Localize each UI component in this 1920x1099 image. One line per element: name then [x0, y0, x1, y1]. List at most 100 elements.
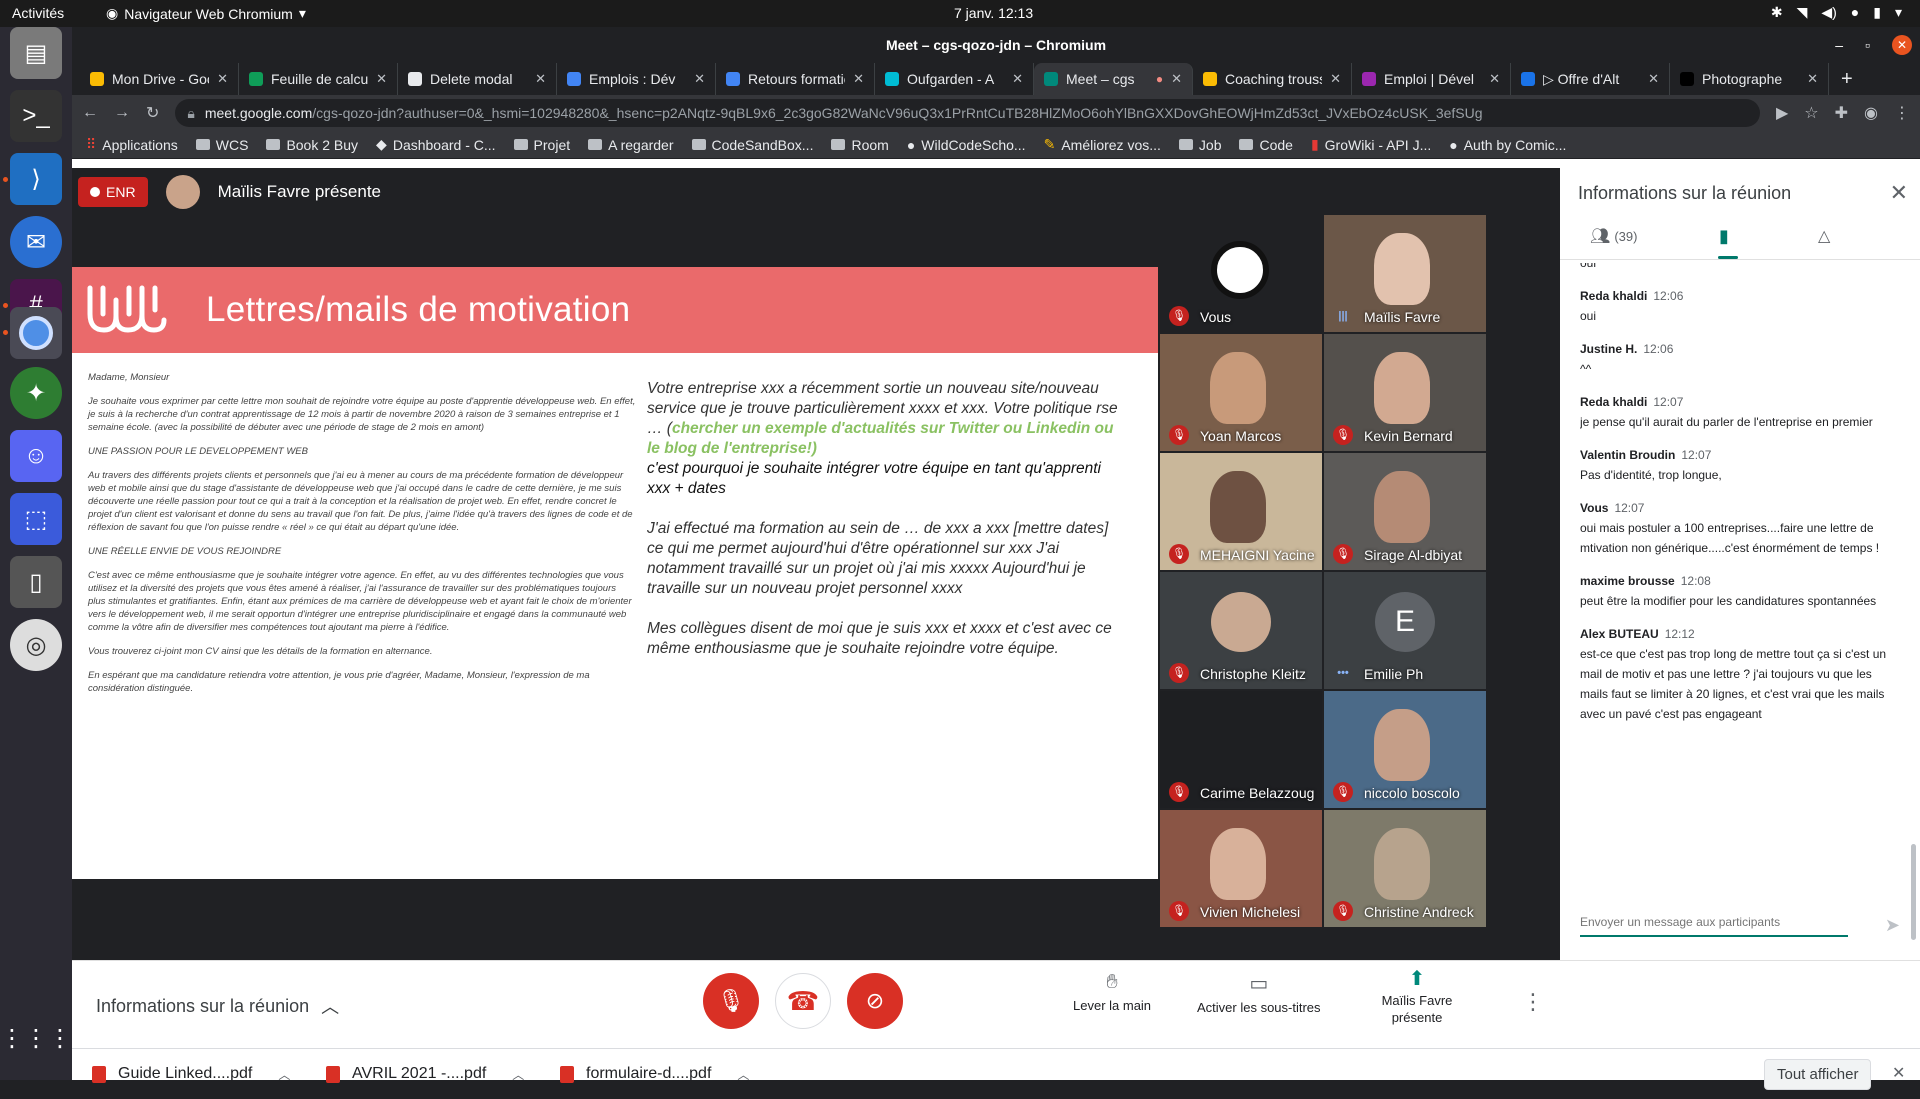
slide-banner: Lettres/mails de motivation — [72, 267, 1158, 353]
participant-tile[interactable]: 🎙︎ niccolo boscolo — [1324, 691, 1486, 808]
bookmark-applications[interactable]: ⠿ Applications — [86, 136, 178, 153]
close-icon[interactable]: ✕ — [1892, 1063, 1905, 1083]
close-icon[interactable]: ✕ — [1807, 71, 1818, 87]
presenting-button[interactable]: ⬆ Maïlis Favre présente — [1372, 969, 1462, 1026]
participant-tile[interactable]: ||| Maïlis Favre — [1324, 215, 1486, 332]
terminal-icon[interactable]: >_ — [10, 90, 62, 142]
tab-offre[interactable]: ▷ Offre d'Alt ✕ — [1511, 63, 1670, 95]
minimize-icon[interactable]: – — [1835, 27, 1843, 63]
active-tab-indicator — [1718, 256, 1738, 259]
postman-icon[interactable]: ✦ — [10, 367, 62, 419]
bookmark-a-regarder[interactable]: A regarder — [588, 137, 674, 153]
microphone-toggle-button[interactable]: 🎙︎ — [703, 973, 759, 1029]
tab-github[interactable]: Delete modal ✕ — [398, 63, 557, 95]
bookmark-wcs[interactable]: WCS — [195, 137, 248, 153]
participant-tile[interactable]: 🎙︎ Christine Andreck — [1324, 810, 1486, 927]
extensions-icon[interactable]: ✚ — [1835, 103, 1848, 123]
close-icon[interactable]: ✕ — [535, 71, 546, 87]
bookmark-wildcodeschool[interactable]: ● WildCodeScho... — [907, 137, 1026, 153]
close-icon[interactable]: ✕ — [1330, 71, 1341, 87]
camera-indicator-icon[interactable]: ▶ — [1776, 103, 1788, 123]
disc-icon[interactable]: ◎ — [10, 619, 62, 671]
tab-sheet[interactable]: Feuille de calcul ✕ — [239, 63, 398, 95]
window-close-icon[interactable]: ✕ — [1892, 35, 1912, 55]
tab-coaching[interactable]: Coaching trousse✕ — [1193, 63, 1352, 95]
maximize-icon[interactable]: ▫ — [1865, 27, 1870, 63]
close-icon[interactable]: ✕ — [1890, 180, 1908, 206]
close-icon[interactable]: ✕ — [694, 71, 705, 87]
leave-call-button[interactable]: ☎︎ — [775, 973, 831, 1029]
address-bar[interactable]: 🔒︎ meet.google.com/cgs-qozo-jdn?authuser… — [175, 99, 1760, 127]
bookmark-codesandbox[interactable]: CodeSandBox... — [691, 137, 813, 153]
tab-activities[interactable]: △ — [1818, 226, 1830, 246]
camera-toggle-button[interactable]: ⊘ — [847, 973, 903, 1029]
usb-drive-icon[interactable]: ▯ — [10, 556, 62, 608]
system-tray[interactable]: ✱ ◥ ◀) ● ▮ ▾ — [1771, 4, 1902, 21]
participant-tile[interactable]: 🎙︎ MEHAIGNI Yacine — [1160, 453, 1322, 570]
raise-hand-button[interactable]: ✋︎ Lever la main — [1073, 971, 1151, 1013]
tab-strip: Mon Drive - Google✕ Feuille de calcul✕ D… — [72, 63, 1920, 95]
close-icon[interactable]: ✕ — [217, 71, 228, 87]
more-options-icon[interactable]: ⋮ — [1522, 989, 1544, 1015]
bookmark-job[interactable]: Job — [1178, 137, 1221, 153]
files-icon[interactable]: ▤ — [10, 27, 62, 79]
download-item[interactable]: AVRIL 2021 -....pdf ︿ — [326, 1049, 524, 1099]
meeting-info-button[interactable]: Informations sur la réunion ︿ — [96, 993, 339, 1019]
participant-tile[interactable]: 🎙︎ Carime Belazzoug — [1160, 691, 1322, 808]
bookmark-auth[interactable]: ● Auth by Comic... — [1449, 137, 1566, 153]
participant-tile[interactable]: 🎙︎ Christophe Kleitz — [1160, 572, 1322, 689]
participant-tile[interactable]: 🎙︎ Vivien Michelesi — [1160, 810, 1322, 927]
close-icon[interactable]: ✕ — [1489, 71, 1500, 87]
close-icon[interactable]: ✕ — [1012, 71, 1023, 87]
bookmark-room[interactable]: Room — [831, 137, 889, 153]
tab-meet[interactable]: Meet – cgs ● ✕ — [1034, 63, 1193, 95]
download-item[interactable]: formulaire-d....pdf ︿ — [560, 1049, 749, 1099]
captions-button[interactable]: ▭ Activer les sous-titres — [1197, 971, 1321, 1015]
bookmark-projet[interactable]: Projet — [513, 137, 570, 153]
bookmark-ameliorez[interactable]: ✎ Améliorez vos... — [1044, 136, 1161, 153]
new-tab-button[interactable]: + — [1829, 63, 1853, 95]
tab-oufgarden[interactable]: Oufgarden - A ✕ — [875, 63, 1034, 95]
discord-icon[interactable]: ☺ — [10, 430, 62, 482]
tab-chat[interactable]: ▮ — [1719, 226, 1729, 247]
show-all-downloads-button[interactable]: Tout afficher — [1764, 1059, 1872, 1090]
bookmark-growiki[interactable]: ▮ GroWiki - API J... — [1311, 136, 1431, 153]
participant-tile[interactable]: 🎙︎ Vous — [1160, 215, 1322, 332]
app-menu[interactable]: ◉ Navigateur Web Chromium ▾ — [106, 5, 306, 22]
close-icon[interactable]: ✕ — [853, 71, 864, 87]
menu-icon[interactable]: ⋮ — [1894, 103, 1910, 123]
profile-icon[interactable]: ◉ — [1864, 103, 1878, 123]
tab-emploi[interactable]: Emploi | Dével ✕ — [1352, 63, 1511, 95]
bookmark-dashboard[interactable]: ◆ Dashboard - C... — [376, 136, 496, 153]
chat-input[interactable] — [1580, 909, 1848, 937]
participant-tile[interactable]: 🎙︎ Kevin Bernard — [1324, 334, 1486, 451]
bookmark-code[interactable]: Code — [1239, 137, 1293, 153]
forward-icon[interactable]: → — [114, 104, 130, 122]
close-icon[interactable]: ✕ — [1171, 71, 1182, 87]
close-icon[interactable]: ✕ — [1648, 71, 1659, 87]
participant-tile[interactable]: 🎙︎ Yoan Marcos — [1160, 334, 1322, 451]
clock[interactable]: 7 janv. 12:13 — [954, 5, 1033, 21]
chromium-dock-icon[interactable] — [10, 307, 62, 359]
screenshot-icon[interactable]: ⬚ — [10, 493, 62, 545]
tab-drive[interactable]: Mon Drive - Google✕ — [80, 63, 239, 95]
tab-photographe[interactable]: Photographe ✕ — [1670, 63, 1829, 95]
chat-scrollbar[interactable] — [1911, 844, 1916, 940]
participant-tile[interactable]: 🎙︎ Sirage Al-dbiyat — [1324, 453, 1486, 570]
back-icon[interactable]: ← — [82, 104, 98, 122]
close-icon[interactable]: ✕ — [376, 71, 387, 87]
tab-emplois[interactable]: Emplois : Dév ✕ — [557, 63, 716, 95]
star-icon[interactable]: ☆ — [1804, 103, 1818, 123]
activities-button[interactable]: Activités — [12, 5, 64, 21]
show-applications-icon[interactable]: ⋮⋮⋮ — [0, 1012, 72, 1064]
download-item[interactable]: Guide Linked....pdf ︿ — [92, 1049, 290, 1099]
url-host: meet.google.com — [204, 105, 313, 121]
bookmark-book2buy[interactable]: Book 2 Buy — [266, 137, 358, 153]
vscode-icon[interactable]: ⟩ — [10, 153, 62, 205]
reload-icon[interactable]: ↻ — [146, 103, 159, 123]
participant-tile[interactable]: E ••• Emilie Ph — [1324, 572, 1486, 689]
tab-people[interactable]: 👥︎ (39) — [1590, 226, 1637, 246]
thunderbird-icon[interactable]: ✉ — [10, 216, 62, 268]
tab-retours[interactable]: Retours formation✕ — [716, 63, 875, 95]
send-icon[interactable]: ➤ — [1885, 915, 1900, 936]
